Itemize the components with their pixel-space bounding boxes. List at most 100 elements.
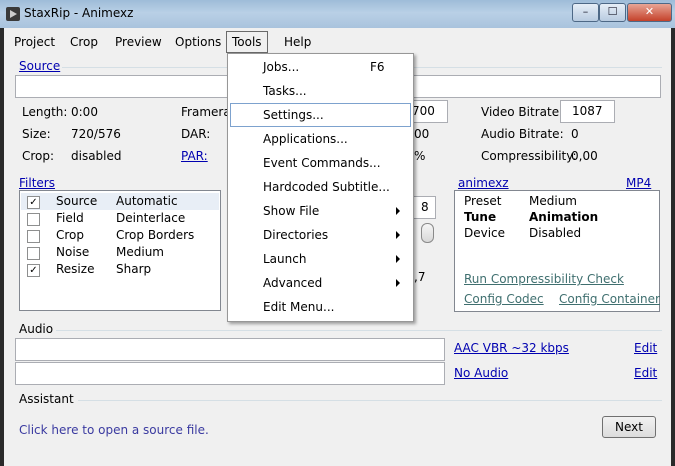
menu-item-event-commands[interactable]: Event Commands... [230, 152, 409, 174]
menu-item-edit-menu[interactable]: Edit Menu... [230, 296, 409, 318]
audio-track-2-edit[interactable]: Edit [634, 366, 657, 380]
par-link[interactable]: PAR: [181, 149, 208, 163]
encoder-value: Disabled [529, 226, 582, 240]
encoder-key: Device [464, 226, 506, 240]
menu-help[interactable]: Help [279, 32, 316, 52]
menu-item-label: Settings... [263, 108, 324, 122]
menu-item-label: Applications... [263, 132, 348, 146]
video-bitrate-field[interactable]: 1087 [560, 100, 615, 123]
encoder-key: Tune [464, 210, 497, 224]
app-icon [6, 7, 20, 21]
maximize-button[interactable]: ☐ [599, 3, 626, 22]
assistant-divider [78, 400, 662, 401]
encoder-value: Animation [529, 210, 599, 224]
encoder-value: Medium [529, 194, 577, 208]
menu-item-hardcoded-subtitle[interactable]: Hardcoded Subtitle... [230, 176, 409, 198]
filter-name: Field [56, 211, 84, 225]
compressibility-label: Compressibility: [481, 149, 577, 163]
menu-item-label: Jobs... [263, 60, 300, 74]
assistant-hint[interactable]: Click here to open a source file. [19, 423, 209, 437]
filter-row[interactable]: ✓ Resize Sharp [20, 262, 220, 279]
encoder-panel: Preset Medium Tune Animation Device Disa… [454, 190, 660, 312]
audio-track-1-link[interactable]: AAC VBR ~32 kbps [454, 341, 569, 355]
menu-item-show-file[interactable]: Show File [230, 200, 409, 222]
filter-value: Crop Borders [116, 228, 195, 242]
submenu-arrow-icon [396, 207, 400, 215]
length-label: Length: [22, 105, 68, 119]
minimize-button[interactable]: – [572, 3, 599, 22]
config-codec-link[interactable]: Config Codec [464, 292, 544, 306]
filter-name: Resize [56, 262, 95, 276]
audio-bitrate-label: Audio Bitrate: [481, 127, 564, 141]
middle-spin-field[interactable]: 8 [412, 196, 436, 219]
filter-row[interactable]: Crop Crop Borders [20, 228, 220, 245]
encoder-profile-link[interactable]: animexz [458, 176, 509, 190]
filter-checkbox[interactable] [27, 230, 40, 243]
menu-item-label: Show File [263, 204, 320, 218]
audio-bitrate-value: 0 [571, 127, 579, 141]
audio-track-1-field[interactable] [15, 338, 445, 361]
menu-options[interactable]: Options [170, 32, 226, 52]
audio-track-2-field[interactable] [15, 362, 445, 385]
menu-item-shortcut: F6 [370, 60, 385, 74]
menu-item-jobs[interactable]: Jobs... F6 [230, 56, 409, 78]
menu-item-label: Event Commands... [263, 156, 381, 170]
filter-checkbox-checked[interactable]: ✓ [27, 264, 40, 277]
container-format-link[interactable]: MP4 [626, 176, 651, 190]
title-bar[interactable]: StaxRip - Animexz – ☐ ✕ [0, 0, 675, 28]
menu-project[interactable]: Project [9, 32, 60, 52]
filter-name: Noise [56, 245, 90, 259]
audio-label: Audio [19, 322, 54, 336]
config-container-link[interactable]: Config Container [559, 292, 660, 306]
filter-checkbox[interactable] [27, 247, 40, 260]
filter-name: Crop [56, 228, 85, 242]
middle-partial-value: ,7 [414, 270, 426, 284]
menu-item-launch[interactable]: Launch [230, 248, 409, 270]
crop-value: disabled [71, 149, 122, 163]
filter-rows: ✓ Source Automatic Field Deinterlace Cro… [20, 194, 220, 279]
menu-item-applications[interactable]: Applications... [230, 128, 409, 150]
tools-menu: Jobs... F6 Tasks... Settings... Applicat… [227, 53, 414, 322]
compressibility-check-link[interactable]: Run Compressibility Check [464, 272, 624, 286]
partial-value-2: 00 [414, 127, 430, 141]
video-bitrate-label: Video Bitrate: [481, 105, 564, 119]
menu-preview[interactable]: Preview [110, 32, 167, 52]
filter-value: Sharp [116, 262, 152, 276]
filter-value: Medium [116, 245, 164, 259]
crop-label: Crop: [22, 149, 55, 163]
submenu-arrow-icon [396, 231, 400, 239]
partial-value-3: % [414, 149, 426, 163]
source-link[interactable]: Source [19, 59, 60, 73]
filter-value: Deinterlace [116, 211, 186, 225]
next-button[interactable]: Next [602, 416, 656, 438]
menu-item-settings[interactable]: Settings... [230, 103, 411, 127]
menu-item-label: Advanced [263, 276, 323, 290]
audio-track-1-edit[interactable]: Edit [634, 341, 657, 355]
menu-item-label: Launch [263, 252, 307, 266]
filter-row[interactable]: ✓ Source Automatic [20, 194, 220, 211]
target-size-value: 700 [412, 104, 435, 118]
filter-row[interactable]: Field Deinterlace [20, 211, 220, 228]
filter-checkbox-checked[interactable]: ✓ [27, 196, 40, 209]
submenu-arrow-icon [396, 255, 400, 263]
filters-link[interactable]: Filters [19, 176, 55, 190]
size-value: 720/576 [71, 127, 121, 141]
length-value: 0:00 [71, 105, 98, 119]
dar-label: DAR: [181, 127, 211, 141]
size-label: Size: [22, 127, 51, 141]
slider-thumb[interactable] [421, 223, 434, 243]
menu-item-directories[interactable]: Directories [230, 224, 409, 246]
encoder-key: Preset [464, 194, 502, 208]
menu-item-advanced[interactable]: Advanced [230, 272, 409, 294]
audio-track-2-link[interactable]: No Audio [454, 366, 508, 380]
filter-row[interactable]: Noise Medium [20, 245, 220, 262]
menu-item-tasks[interactable]: Tasks... [230, 80, 409, 102]
filter-value: Automatic [116, 194, 178, 208]
close-button[interactable]: ✕ [627, 3, 672, 22]
menu-crop[interactable]: Crop [65, 32, 103, 52]
menu-tools[interactable]: Tools [226, 31, 268, 53]
filters-list: ✓ Source Automatic Field Deinterlace Cro… [19, 190, 221, 311]
audio-divider [56, 330, 662, 331]
filter-checkbox[interactable] [27, 213, 40, 226]
menu-item-label: Edit Menu... [263, 300, 335, 314]
